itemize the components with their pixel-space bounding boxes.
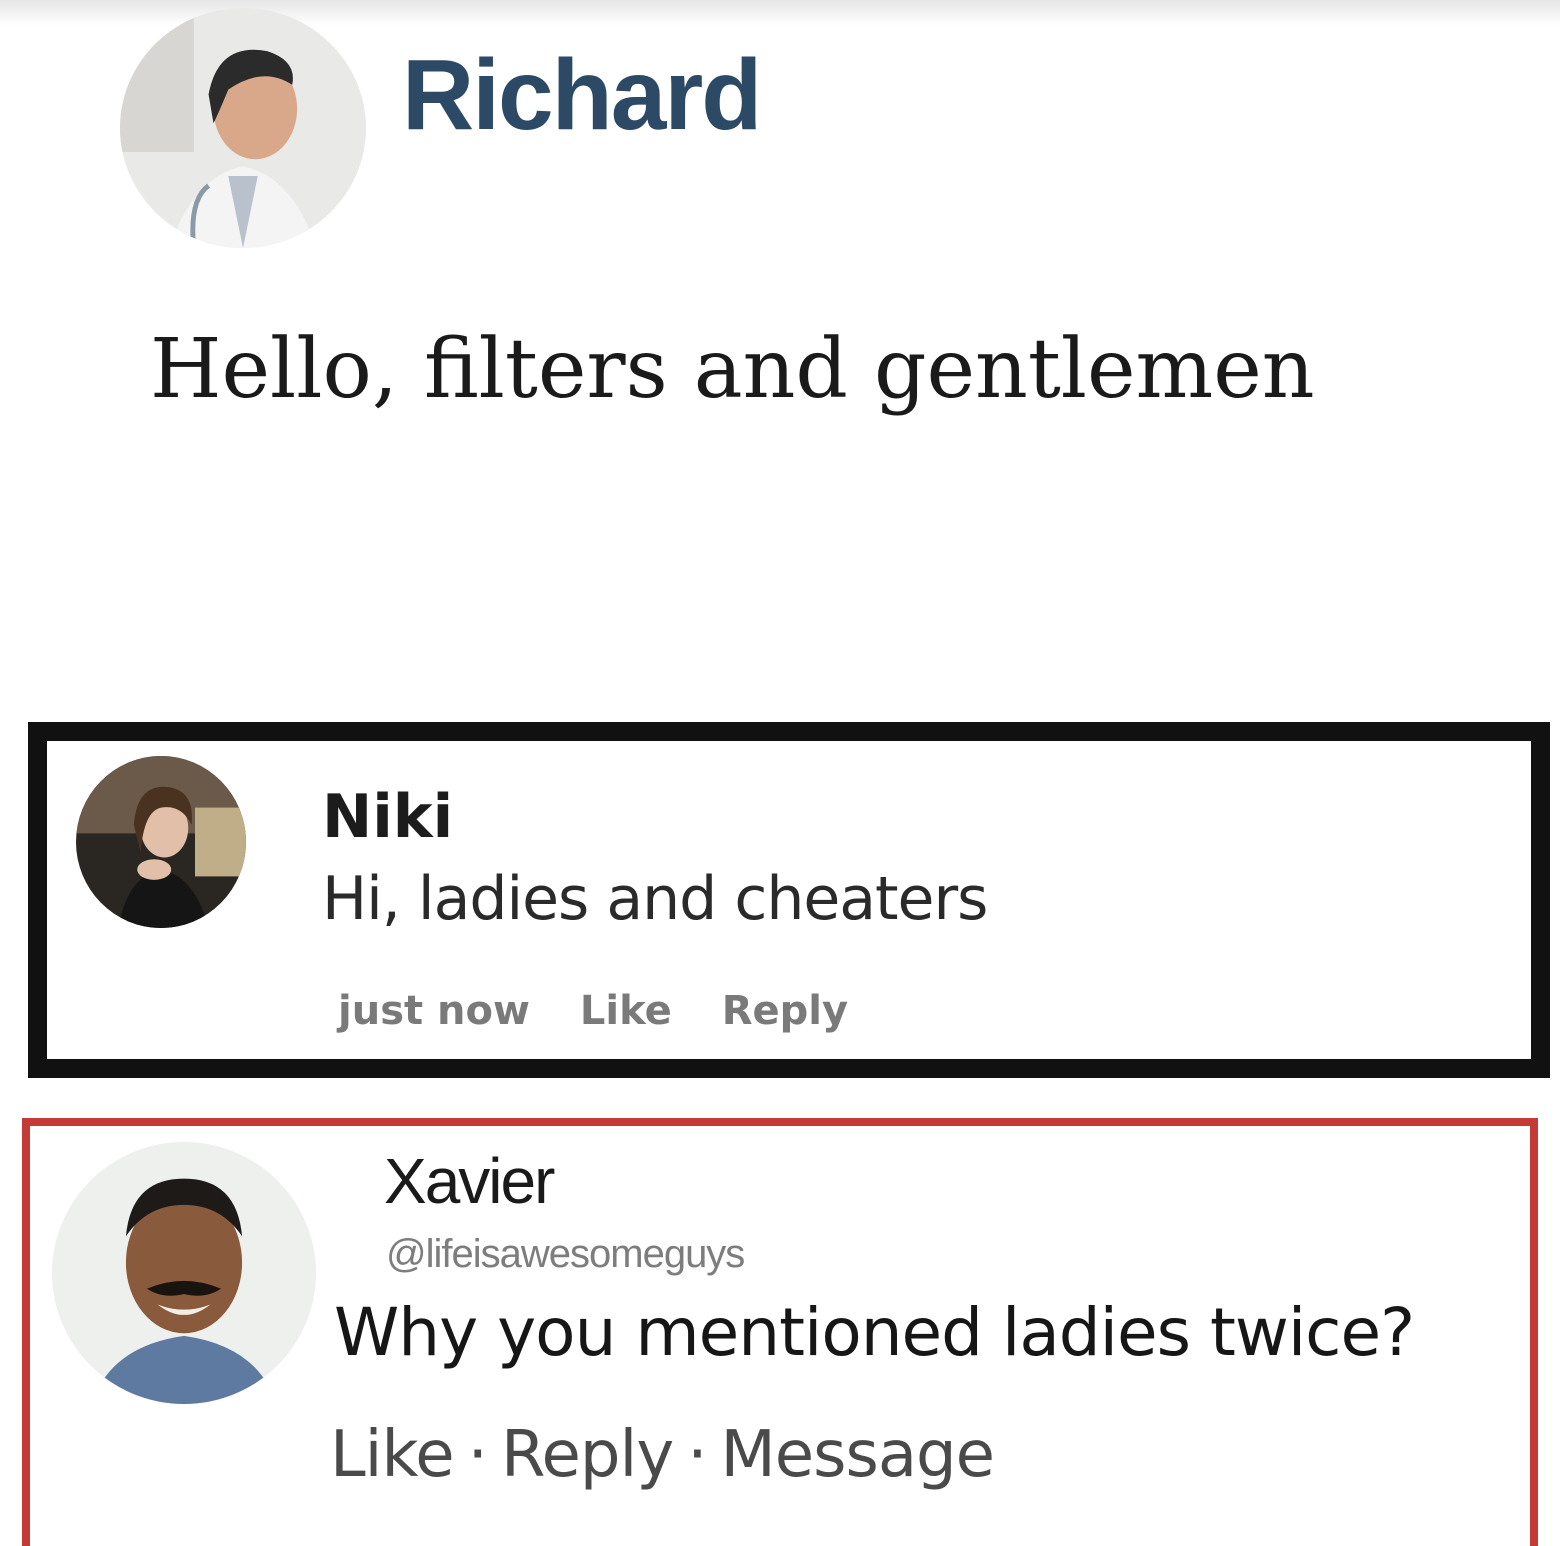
- avatar[interactable]: [76, 756, 246, 928]
- reply-button[interactable]: Reply: [501, 1418, 674, 1492]
- comment-text: Why you mentioned ladies twice?: [334, 1294, 1415, 1371]
- separator-dot: ·: [467, 1418, 488, 1492]
- post-body-text: Hello, filters and gentlemen: [150, 322, 1315, 417]
- message-button[interactable]: Message: [721, 1418, 995, 1492]
- comment-text: Hi, ladies and cheaters: [322, 864, 988, 934]
- avatar[interactable]: [120, 8, 366, 248]
- avatar[interactable]: [52, 1142, 316, 1404]
- comment-timestamp: just now: [338, 988, 530, 1034]
- comment-author-name[interactable]: Niki: [322, 782, 453, 852]
- comment-author-handle[interactable]: @lifeisawesomeguys: [386, 1232, 745, 1277]
- like-button[interactable]: Like: [330, 1418, 455, 1492]
- post-author-name[interactable]: Richard: [402, 38, 762, 153]
- reply-button[interactable]: Reply: [722, 988, 848, 1034]
- comment-meta-row: just now Like Reply: [338, 988, 884, 1034]
- person-avatar-icon: [76, 756, 246, 928]
- person-avatar-icon: [120, 8, 366, 248]
- like-button[interactable]: Like: [580, 988, 672, 1034]
- comment-author-name[interactable]: Xavier: [384, 1144, 555, 1218]
- person-avatar-icon: [52, 1142, 316, 1404]
- separator-dot: ·: [687, 1418, 707, 1492]
- comment-actions: Like · Reply · Message: [330, 1418, 995, 1492]
